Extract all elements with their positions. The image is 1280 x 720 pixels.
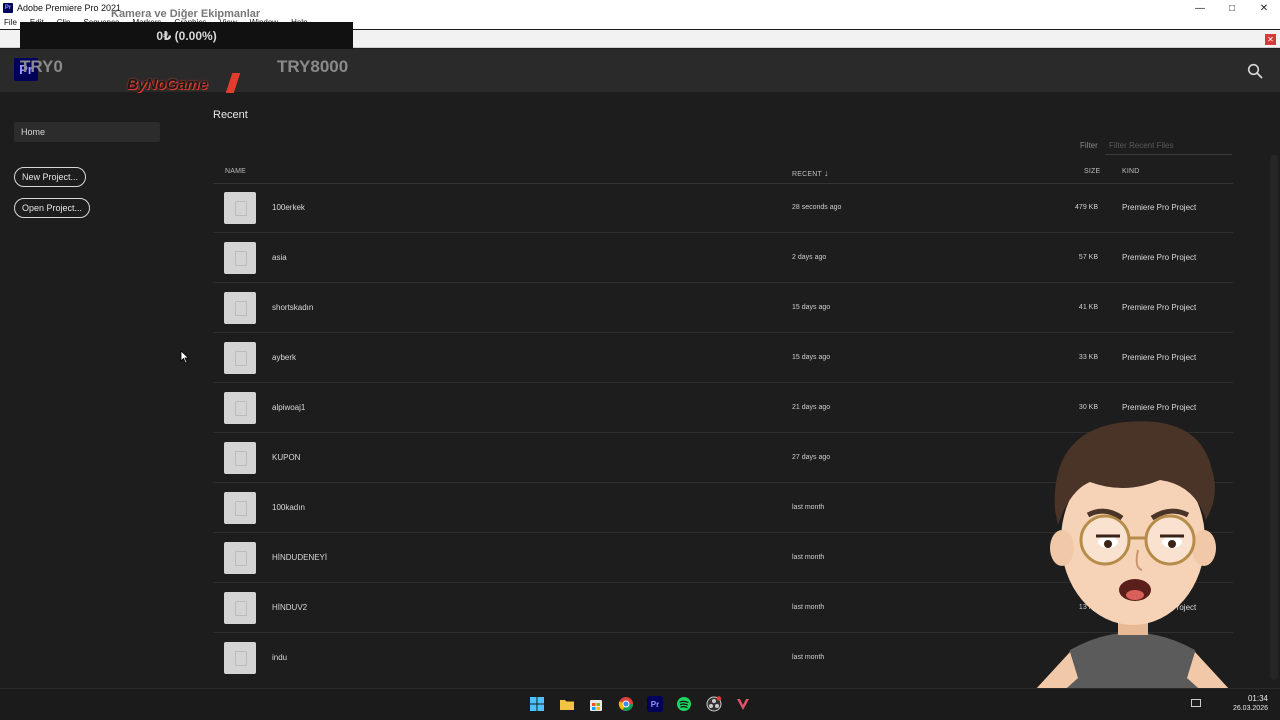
scrollbar[interactable] [1270,155,1278,680]
donation-title: Kamera ve Diğer Ekipmanlar [111,8,261,20]
file-name: KUPON [272,453,301,462]
table-row[interactable]: ayberk 15 days ago 33 KB Premiere Pro Pr… [213,333,1233,383]
window-controls: — □ ✕ [1184,0,1280,16]
premiere-icon[interactable]: Pr [647,696,663,712]
window-title: Adobe Premiere Pro 2021 [17,3,122,13]
obs-icon[interactable] [706,696,722,712]
spotify-icon[interactable] [676,696,692,712]
strip-close-icon[interactable]: ✕ [1265,34,1276,45]
project-file-icon [224,592,256,624]
sidebar-item-label: Home [21,127,46,137]
project-file-icon [224,392,256,424]
file-name: HİNDUDENEYİ [272,553,328,562]
file-recent: last month [792,604,825,611]
file-recent: 15 days ago [792,354,831,361]
file-explorer-icon[interactable] [559,696,575,712]
file-name: 100erkek [272,203,305,212]
goal-end-label: TRY8000 [277,57,349,76]
project-file-icon [224,542,256,574]
file-name: alpiwoaj1 [272,403,306,412]
file-name: indu [272,653,288,662]
open-project-button[interactable]: Open Project... [14,198,90,218]
file-recent: 27 days ago [792,454,831,461]
donation-amount: 0₺ (0.00%) [156,29,217,43]
store-icon[interactable] [588,696,604,712]
file-name: asia [272,253,287,262]
project-file-icon [224,292,256,324]
file-name: HİNDUV2 [272,603,308,612]
file-size: 41 KB [1078,304,1098,311]
section-title: Recent [213,109,248,121]
search-icon[interactable] [1247,63,1263,79]
new-project-button[interactable]: New Project... [14,167,86,187]
project-file-icon [224,642,256,674]
project-file-icon [224,492,256,524]
file-recent: 15 days ago [792,304,831,311]
project-file-icon [224,342,256,374]
file-kind: Premiere Pro Project [1122,353,1197,362]
file-recent: last month [792,654,825,661]
column-header-kind[interactable]: KIND [1122,168,1140,175]
file-kind: Premiere Pro Project [1122,303,1197,312]
project-file-icon [224,442,256,474]
minimize-button[interactable]: — [1184,0,1216,16]
file-kind: Premiere Pro Project [1122,253,1197,262]
file-recent: 28 seconds ago [792,204,842,211]
filter-label: Filter [1080,141,1098,150]
file-size: 479 KB [1075,204,1098,211]
file-kind: Premiere Pro Project [1122,203,1197,212]
project-file-icon [224,242,256,274]
menu-file[interactable]: File [4,18,17,27]
filter-input[interactable] [1105,137,1232,155]
file-size: 33 KB [1078,354,1098,361]
table-row[interactable]: 100erkek 28 seconds ago 479 KB Premiere … [213,183,1233,233]
display-icon[interactable] [1191,699,1201,707]
file-recent: last month [792,504,825,511]
taskbar [0,688,1280,720]
file-recent: 21 days ago [792,404,831,411]
file-name: 100kadın [272,503,305,512]
chrome-icon[interactable] [618,696,634,712]
clock-time[interactable]: 01:34 [1234,694,1268,703]
maximize-button[interactable]: □ [1216,0,1248,16]
app-v-icon[interactable] [735,696,751,712]
streamer-avatar [1035,421,1230,720]
premiere-app-icon: Pr [3,3,13,13]
table-row[interactable]: asia 2 days ago 57 KB Premiere Pro Proje… [213,233,1233,283]
clock-date[interactable]: 26.03.2026 [1222,705,1268,712]
donation-goal-box: 0₺ (0.00%) [20,22,353,50]
file-size: 57 KB [1078,254,1098,261]
file-name: shortskadın [272,303,314,312]
file-recent: 2 days ago [792,254,827,261]
mouse-cursor-icon [180,350,190,364]
file-name: ayberk [272,353,297,362]
windows-start-icon[interactable] [529,696,545,712]
goal-start-label: TRY0 [20,57,63,76]
column-header-size[interactable]: SIZE [1084,168,1100,175]
column-header-name[interactable]: NAME [225,168,246,175]
column-header-recent[interactable]: RECENT ↓ [792,168,829,178]
sort-arrow-down-icon: ↓ [824,168,829,178]
brand-logo: ByNoGame [127,76,208,93]
sidebar-item-home[interactable]: Home [14,122,160,142]
close-window-button[interactable]: ✕ [1248,0,1280,16]
project-file-icon [224,192,256,224]
file-recent: last month [792,554,825,561]
table-row[interactable]: shortskadın 15 days ago 41 KB Premiere P… [213,283,1233,333]
